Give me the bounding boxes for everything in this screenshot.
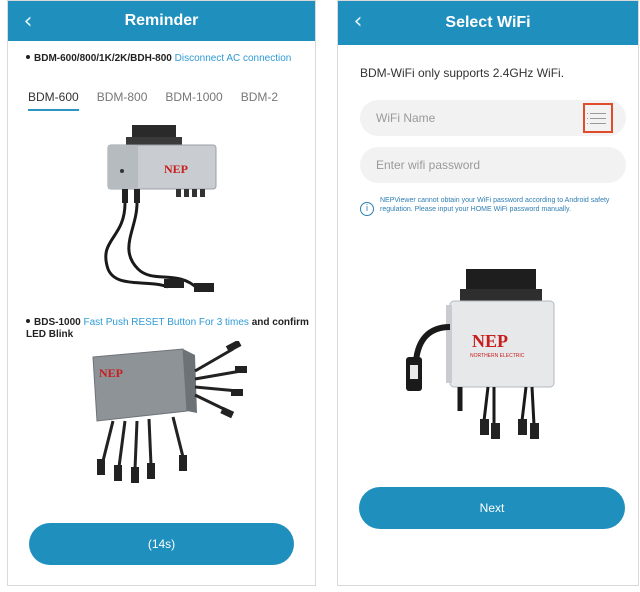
list-icon-line (587, 122, 606, 124)
wifi-name-placeholder: WiFi Name (376, 111, 436, 125)
nep-logo: NEP (472, 331, 508, 351)
select-wifi-header: ‹ Select WiFi (338, 1, 638, 45)
select-wifi-screen: ‹ Select WiFi BDM-WiFi only supports 2.4… (337, 0, 639, 586)
model-list: BDM-600/800/1K/2K/BDH-800 (34, 53, 172, 64)
page-title: Reminder (124, 12, 199, 29)
nep-logo: NEP (164, 162, 188, 176)
wifi-password-field[interactable]: Enter wifi password (360, 147, 626, 183)
bullet-dot (26, 55, 30, 60)
instruction-bdm: BDM-600/800/1K/2K/BDH-800 Disconnect AC … (26, 53, 306, 65)
tab-bdm-600[interactable]: BDM-600 (28, 90, 79, 111)
next-button[interactable]: Next (359, 487, 625, 529)
password-notice: i NEPViewer cannot obtain your WiFi pass… (360, 196, 630, 216)
tab-bdm-2[interactable]: BDM-2 (241, 90, 278, 109)
bdm-600-device-image: NEP (104, 125, 217, 292)
reminder-screen: ‹ Reminder BDM-600/800/1K/2K/BDH-800 Dis… (7, 0, 316, 586)
instruction-bds: BDS-1000 Fast Push RESET Button For 3 ti… (26, 317, 311, 341)
tab-bdm-800[interactable]: BDM-800 (97, 90, 148, 109)
nep-logo: NEP (99, 366, 123, 380)
model-bds: BDS-1000 (34, 317, 81, 328)
wifi-password-placeholder: Enter wifi password (376, 158, 481, 172)
bullet-dot (26, 319, 30, 324)
tab-bdm-1000[interactable]: BDM-1000 (165, 90, 222, 109)
countdown-button[interactable]: (14s) (29, 523, 294, 565)
reset-instruction: Fast Push RESET Button For 3 times (83, 317, 249, 328)
wifi-support-info: BDM-WiFi only supports 2.4GHz WiFi. (360, 66, 565, 80)
notice-text: NEPViewer cannot obtain your WiFi passwo… (380, 197, 610, 213)
wifi-list-button[interactable] (583, 103, 613, 133)
next-label: Next (479, 501, 505, 515)
info-icon: i (360, 202, 374, 216)
countdown-label: (14s) (147, 537, 176, 551)
page-title: Select WiFi (445, 14, 531, 31)
list-icon-line (587, 117, 606, 119)
reminder-header: ‹ Reminder (8, 1, 315, 41)
microinverter-device-image: NEP NORTHERN ELECTRIC (406, 269, 555, 439)
model-tabs: BDM-600 BDM-800 BDM-1000 BDM-2 (28, 88, 308, 112)
disconnect-ac-link: Disconnect AC connection (174, 53, 292, 64)
brand-subtitle: NORTHERN ELECTRIC (470, 353, 525, 359)
list-icon-line (587, 112, 606, 114)
bds-1000-device-image: NEP (92, 341, 247, 483)
